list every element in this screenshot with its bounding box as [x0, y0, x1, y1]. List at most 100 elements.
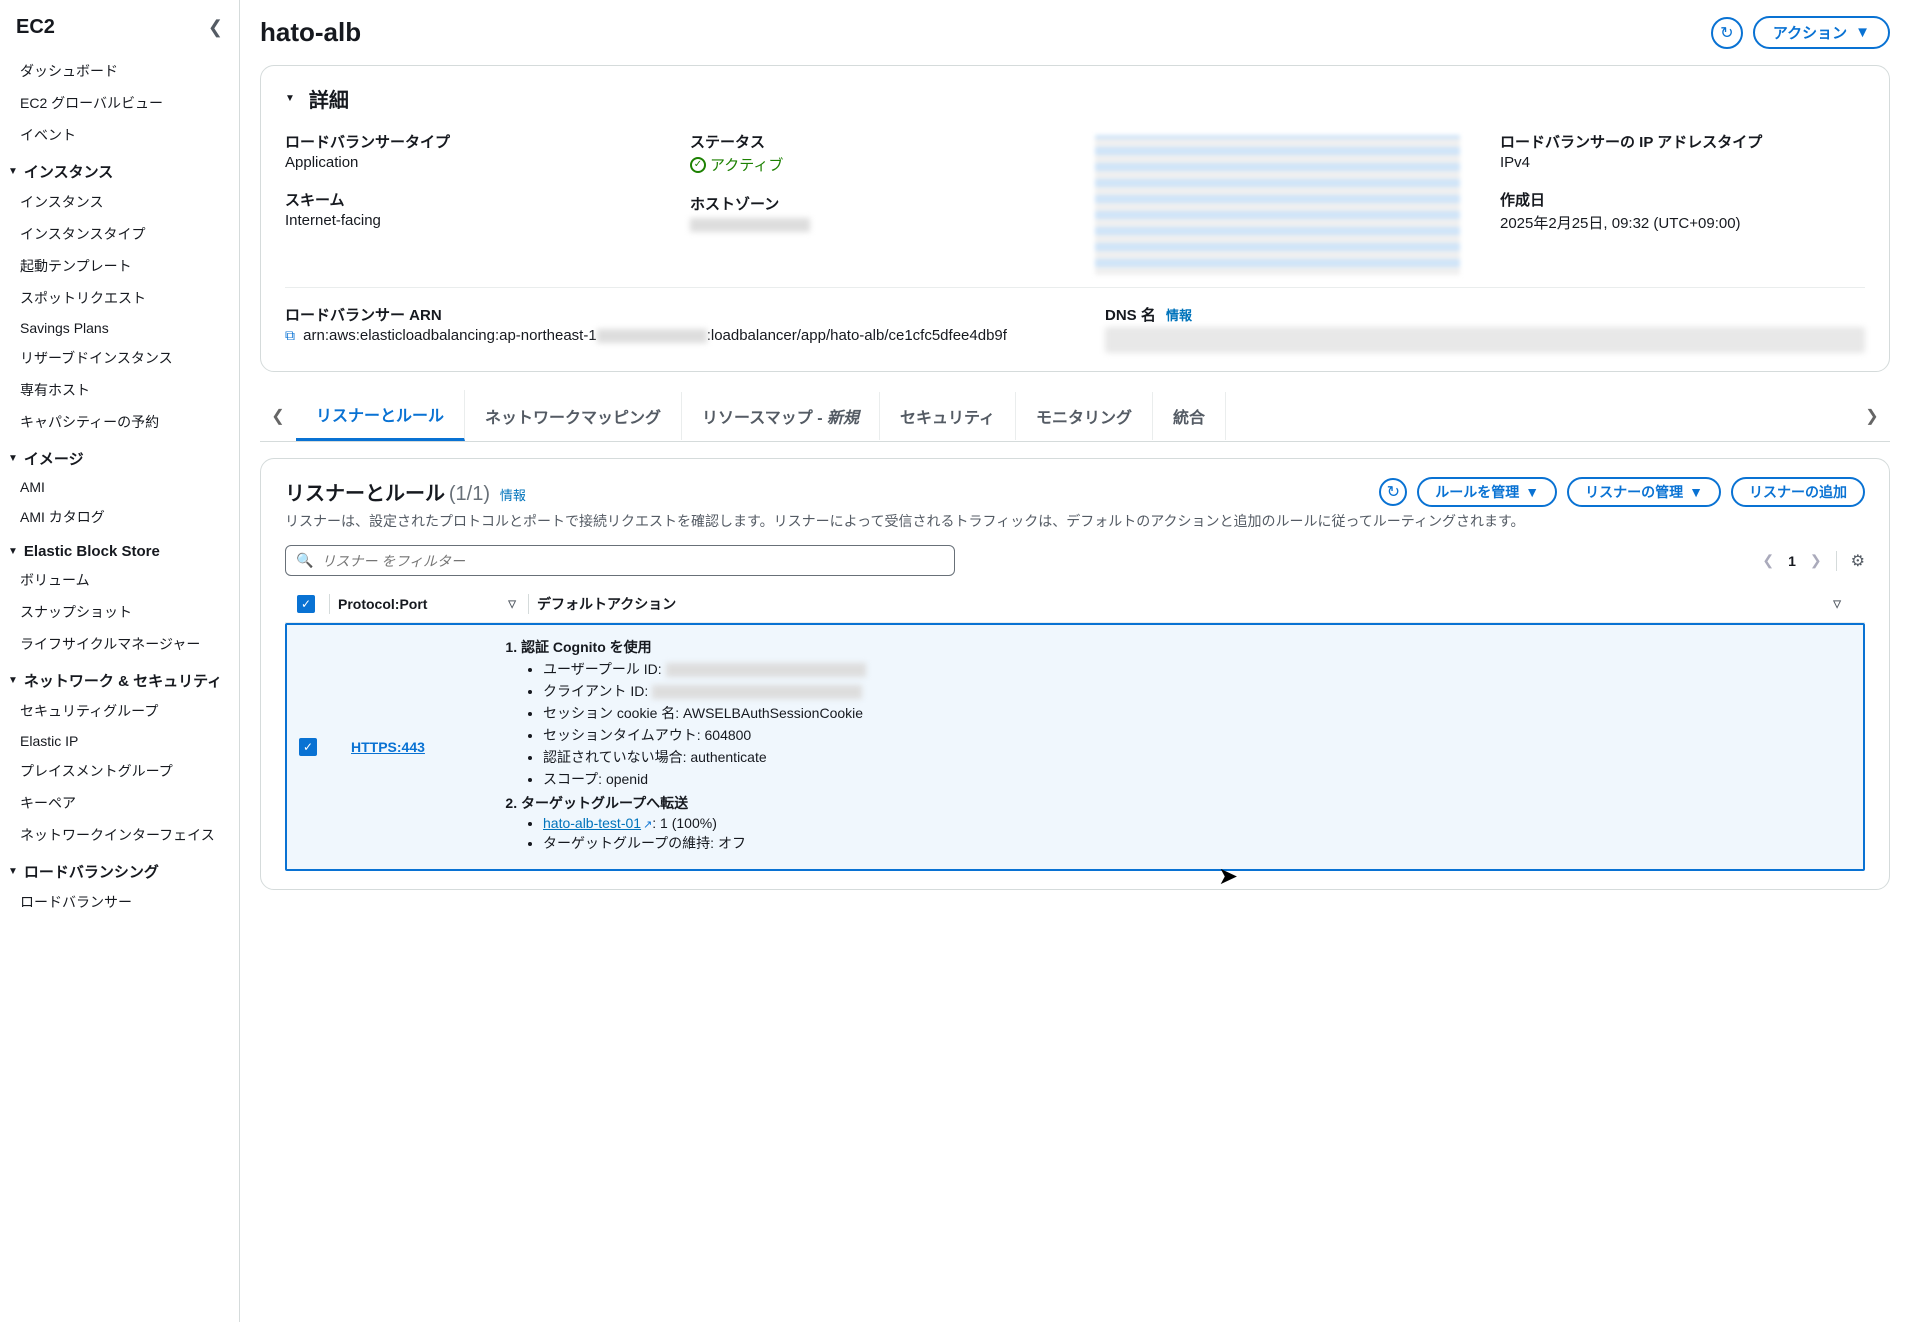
filter-input-wrapper[interactable]: 🔍 [285, 545, 955, 576]
col-default-action[interactable]: デフォルトアクション [537, 594, 676, 614]
external-link-icon: ↗ [643, 819, 652, 831]
tab-monitoring[interactable]: モニタリング [1016, 392, 1153, 440]
sidebar-item[interactable]: キャパシティーの予約 [0, 406, 239, 438]
arn-value: ⧉ arn:aws:elasticloadbalancing:ap-northe… [285, 327, 1045, 344]
main-content: hato-alb ↻ アクション ▼ ▼ 詳細 [240, 0, 1910, 1322]
listeners-info-link[interactable]: 情報 [500, 488, 526, 503]
select-all-checkbox[interactable]: ✓ [297, 595, 315, 613]
tab-integration[interactable]: 統合 [1153, 392, 1226, 440]
add-listener-button[interactable]: リスナーの追加 [1731, 477, 1865, 507]
sidebar-item[interactable]: スナップショット [0, 596, 239, 628]
arn-label: ロードバランサー ARN [285, 304, 1045, 325]
sidebar-item[interactable]: AMI カタログ [0, 501, 239, 533]
sidebar-item[interactable]: スポットリクエスト [0, 282, 239, 314]
hostzone-redacted [690, 218, 810, 232]
listeners-description: リスナーは、設定されたプロトコルとポートで接続リクエストを確認します。リスナーに… [285, 511, 1865, 531]
hostzone-label: ホストゾーン [690, 193, 1055, 214]
session-timeout: セッションタイムアウト: 604800 [543, 725, 1851, 745]
pager-current: 1 [1788, 553, 1796, 569]
caret-down-icon: ▼ [1855, 24, 1870, 41]
caret-down-icon: ▼ [1689, 484, 1703, 500]
tab-listeners[interactable]: リスナーとルール [296, 390, 465, 441]
sidebar-item[interactable]: ネットワークインターフェイス [0, 819, 239, 851]
sidebar-item[interactable]: キーペア [0, 787, 239, 819]
ip-type-value: IPv4 [1500, 154, 1865, 171]
sidebar-item[interactable]: ボリューム [0, 564, 239, 596]
stickiness: ターゲットグループの維持: オフ [543, 833, 1851, 853]
cookie-name: セッション cookie 名: AWSELBAuthSessionCookie [543, 703, 1851, 723]
settings-icon[interactable]: ⚙ [1851, 551, 1865, 571]
sidebar-item[interactable]: ライフサイクルマネージャー [0, 628, 239, 660]
refresh-button[interactable]: ↻ [1711, 17, 1743, 49]
caret-down-icon: ▼ [1525, 484, 1539, 500]
sidebar-item[interactable]: インスタンス [0, 186, 239, 218]
arn-redacted [597, 329, 707, 343]
details-panel: ▼ 詳細 ロードバランサータイプ Application スキーム Intern… [260, 65, 1890, 372]
sidebar-item[interactable]: リザーブドインスタンス [0, 342, 239, 374]
caret-down-icon: ▼ [8, 546, 18, 557]
sidebar-item[interactable]: インスタンスタイプ [0, 218, 239, 250]
caret-down-icon: ▼ [8, 166, 18, 177]
scope: スコープ: openid [543, 769, 1851, 789]
sidebar-item[interactable]: Savings Plans [0, 314, 239, 342]
collapse-sidebar-icon[interactable]: ❮ [208, 17, 223, 38]
lb-type-value: Application [285, 154, 650, 171]
sidebar-item[interactable]: ダッシュボード [0, 55, 239, 87]
sidebar-section-header[interactable]: ▼ロードバランシング [0, 851, 239, 886]
tab-network-mapping[interactable]: ネットワークマッピング [465, 392, 682, 440]
collapse-icon[interactable]: ▼ [285, 93, 295, 104]
sidebar-item[interactable]: AMI [0, 473, 239, 501]
manage-listeners-button[interactable]: リスナーの管理 ▼ [1567, 477, 1721, 507]
tab-resource-map[interactable]: リソースマップ - 新規 [682, 392, 880, 440]
caret-down-icon: ▼ [8, 866, 18, 877]
sidebar-section-header[interactable]: ▼Elastic Block Store [0, 533, 239, 564]
tabs: ❮ リスナーとルール ネットワークマッピング リソースマップ - 新規 セキュリ… [260, 390, 1890, 442]
refresh-icon: ↻ [1387, 482, 1400, 502]
sidebar-item[interactable]: 起動テンプレート [0, 250, 239, 282]
sidebar-item[interactable]: ロードバランサー [0, 886, 239, 918]
action-authenticate: 認証 Cognito を使用 ユーザープール ID: クライアント ID: セッ… [521, 637, 1851, 789]
action-forward: ターゲットグループへ転送 hato-alb-test-01↗: 1 (100%)… [521, 793, 1851, 853]
tab-security[interactable]: セキュリティ [880, 392, 1016, 440]
redacted-block [1095, 135, 1460, 275]
tab-scroll-left[interactable]: ❮ [260, 406, 296, 426]
manage-rules-button[interactable]: ルールを管理 ▼ [1417, 477, 1557, 507]
pager-prev[interactable]: ❮ [1762, 552, 1774, 569]
sidebar-item[interactable]: Elastic IP [0, 727, 239, 755]
user-pool-id: ユーザープール ID: [543, 659, 1851, 679]
pager-next[interactable]: ❯ [1810, 552, 1822, 569]
sidebar-item[interactable]: プレイスメントグループ [0, 755, 239, 787]
sidebar-item[interactable]: セキュリティグループ [0, 695, 239, 727]
search-icon: 🔍 [296, 552, 313, 569]
client-id-redacted [652, 685, 862, 699]
sidebar-section-header[interactable]: ▼イメージ [0, 438, 239, 473]
sidebar: EC2 ❮ ダッシュボードEC2 グローバルビューイベント ▼インスタンスインス… [0, 0, 240, 1322]
filter-input[interactable] [321, 553, 944, 569]
actions-label: アクション [1773, 22, 1847, 43]
copy-icon[interactable]: ⧉ [285, 327, 295, 343]
refresh-listeners-button[interactable]: ↻ [1379, 478, 1407, 506]
sort-icon[interactable]: ▽ [508, 599, 528, 610]
target-group-link[interactable]: hato-alb-test-01 [543, 815, 641, 831]
sort-icon[interactable]: ▽ [1833, 599, 1853, 610]
listener-row[interactable]: ✓ HTTPS:443 認証 Cognito を使用 ユーザープール ID: ク… [285, 623, 1865, 871]
table-header: ✓ Protocol:Port ▽ デフォルトアクション ▽ [285, 586, 1865, 623]
listeners-panel: リスナーとルール (1/1) 情報 ↻ ルールを管理 ▼ リスナー [260, 458, 1890, 890]
user-pool-redacted [666, 663, 866, 677]
status-label: ステータス [690, 131, 1055, 152]
sidebar-item[interactable]: 専有ホスト [0, 374, 239, 406]
sidebar-item[interactable]: イベント [0, 119, 239, 151]
dns-info-link[interactable]: 情報 [1166, 308, 1192, 323]
sidebar-section-header[interactable]: ▼インスタンス [0, 151, 239, 186]
tab-scroll-right[interactable]: ❯ [1854, 406, 1890, 426]
col-protocol[interactable]: Protocol:Port [338, 596, 427, 612]
status-value: ✓ アクティブ [690, 154, 1055, 175]
row-checkbox[interactable]: ✓ [299, 738, 317, 756]
refresh-icon: ↻ [1720, 23, 1733, 43]
sidebar-item[interactable]: EC2 グローバルビュー [0, 87, 239, 119]
sidebar-service-title: EC2 [16, 16, 55, 39]
sidebar-section-header[interactable]: ▼ネットワーク & セキュリティ [0, 660, 239, 695]
scheme-value: Internet-facing [285, 212, 650, 229]
protocol-link[interactable]: HTTPS:443 [351, 739, 425, 755]
actions-dropdown[interactable]: アクション ▼ [1753, 16, 1890, 49]
